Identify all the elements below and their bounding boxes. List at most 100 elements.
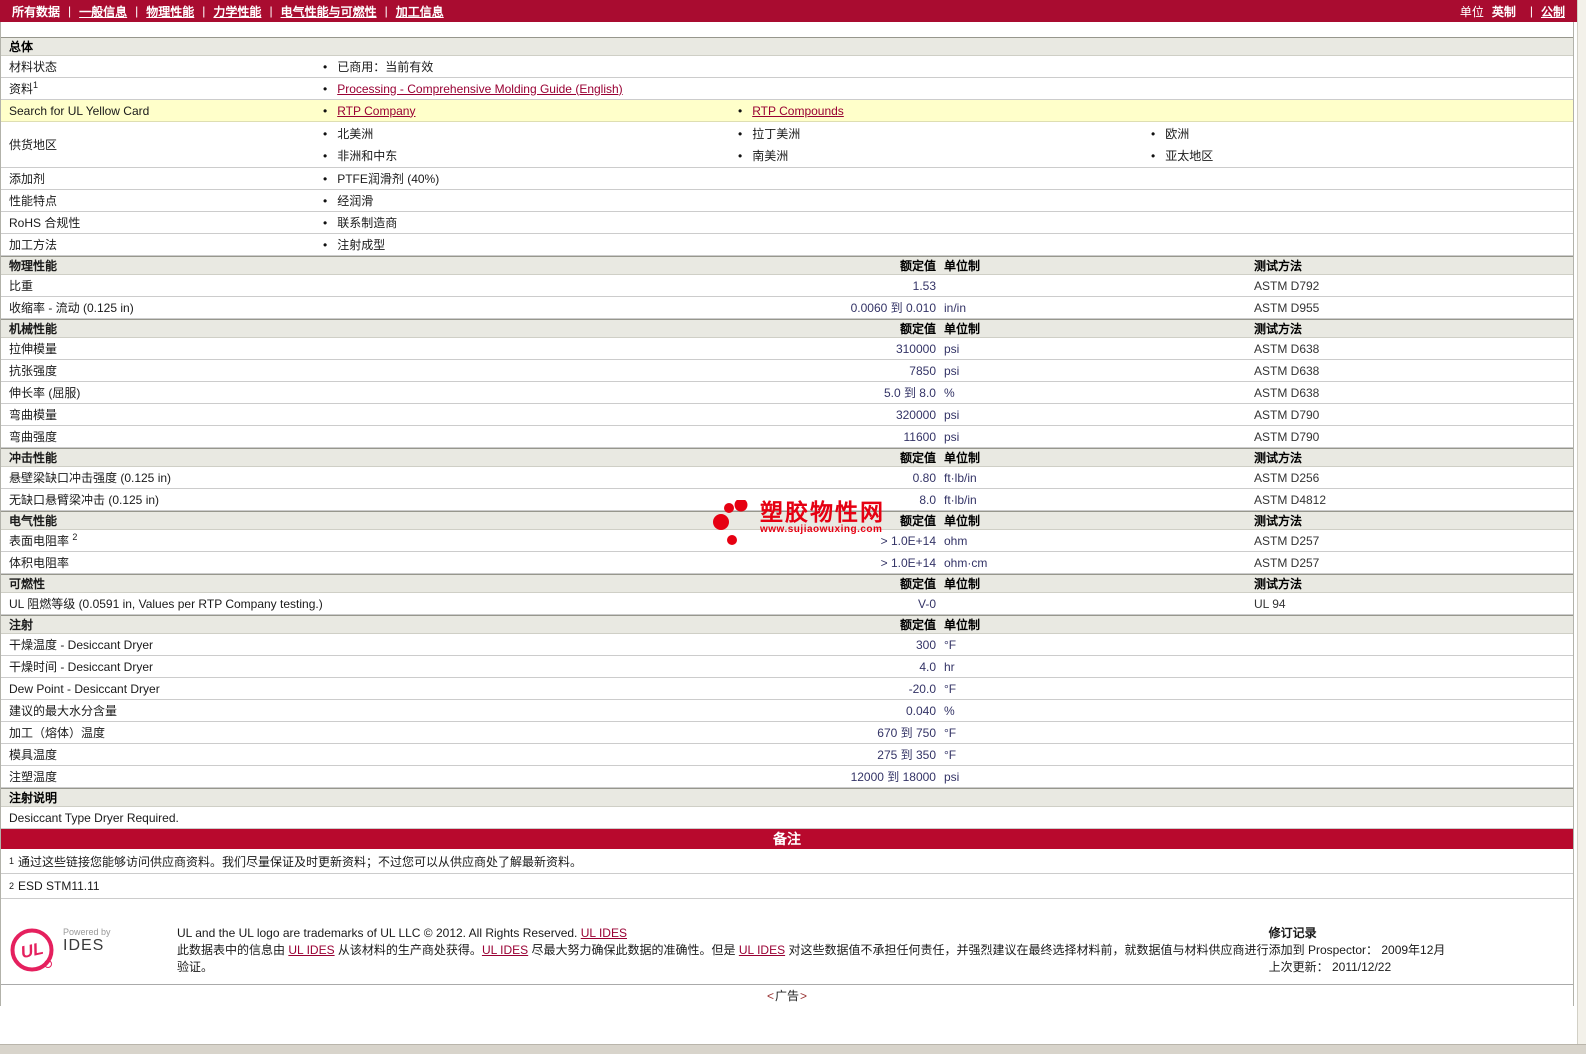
availability-item: 南美洲 [738, 147, 1151, 164]
col-header-value: 额定值 [899, 322, 936, 336]
property-method: ASTM D790 [1254, 429, 1320, 444]
footer-disclaimer-text: 此数据表中的信息由 [177, 943, 289, 957]
ul-ides-link[interactable]: UL IDES [288, 943, 334, 957]
property-method: ASTM D638 [1254, 341, 1320, 356]
property-unit: °F [944, 747, 957, 762]
property-value: 0.0060 到 0.010 [850, 301, 936, 315]
row-label: 资料1 [1, 80, 323, 97]
spacer-row [1, 22, 1573, 37]
yellow-card-company-link[interactable]: RTP Company [337, 104, 415, 118]
property-method: ASTM D955 [1254, 300, 1320, 315]
notes-banner: 备注 [1, 829, 1573, 849]
property-row: 抗张强度 7850 psi ASTM D638 [1, 360, 1573, 382]
property-label: 加工（熔体）温度 [9, 726, 106, 740]
row-value: 已商用：当前有效 [323, 58, 738, 75]
col-header-method: 测试方法 [1254, 451, 1303, 465]
ad-link[interactable]: <广告> [767, 987, 807, 1004]
property-unit: ohm [944, 533, 968, 548]
col-header-method: 测试方法 [1254, 514, 1303, 528]
property-row: 悬壁梁缺口冲击强度 (0.125 in) 0.80 ft·lb/in ASTM … [1, 467, 1573, 489]
property-unit: °F [944, 681, 957, 696]
property-value: 8.0 [919, 492, 936, 507]
footer-trademark-text: UL and the UL logo are trademarks of UL … [177, 926, 578, 940]
property-unit: in/in [944, 300, 967, 315]
row-label: 材料状态 [9, 60, 58, 74]
property-label-text: 表面电阻率 [9, 534, 70, 548]
ul-ides-link[interactable]: UL IDES [581, 926, 627, 940]
section-title: 物理性能 [9, 259, 58, 273]
property-row: 伸长率 (屈服) 5.0 到 8.0 % ASTM D638 [1, 382, 1573, 404]
property-unit: ft·lb/in [944, 470, 977, 485]
ul-ides-link[interactable]: UL IDES [482, 943, 528, 957]
footnote-marker: 2 [72, 532, 78, 542]
property-unit: °F [944, 725, 957, 740]
footer-disclaimer-text: 从该材料的生产商处获得。 [334, 943, 482, 957]
property-value: 670 到 750 [877, 726, 936, 740]
row-label: Search for UL Yellow Card [9, 103, 150, 118]
property-method: ASTM D638 [1254, 385, 1320, 400]
property-method: ASTM D257 [1254, 555, 1320, 570]
injection-note-text: Desiccant Type Dryer Required. [9, 810, 179, 825]
ul-ides-brand: UL Powered by IDES [9, 925, 177, 976]
revision-added-label: 添加到 Prospector： [1268, 943, 1378, 957]
property-label: 模具温度 [9, 748, 58, 762]
nav-separator: | [68, 4, 72, 18]
property-row: UL 阻燃等级 (0.0591 in, Values per RTP Compa… [1, 593, 1573, 615]
footnote-row: 2 ESD STM11.11 [1, 874, 1573, 899]
property-label: 拉伸模量 [9, 342, 58, 356]
vertical-scrollbar[interactable] [1577, 0, 1586, 1044]
property-value: -20.0 [908, 681, 936, 696]
col-header-value: 额定值 [899, 514, 936, 528]
row-value: PTFE润滑剂 (40%) [323, 170, 738, 187]
row-label-text: 资料 [9, 82, 34, 96]
nav-link-mechanical[interactable]: 力学性能 [213, 3, 261, 20]
ul-ides-link[interactable]: UL IDES [739, 943, 785, 957]
col-header-unit: 单位制 [944, 259, 981, 273]
unit-metric-link[interactable]: 公制 [1541, 3, 1565, 20]
section-title: 机械性能 [9, 322, 58, 336]
property-value: 1.53 [912, 278, 936, 293]
nav-link-electrical-flammability[interactable]: 电气性能与可燃性 [281, 3, 377, 20]
nav-separator: | [269, 4, 273, 18]
col-header-value: 额定值 [899, 451, 936, 465]
row-value: 注射成型 [323, 236, 738, 253]
row-ul-yellow-card: Search for UL Yellow Card RTP Company RT… [1, 100, 1573, 122]
property-row: 建议的最大水分含量 0.040 % [1, 700, 1573, 722]
resource-link-wrap: Processing - Comprehensive Molding Guide… [323, 82, 738, 96]
col-header-method: 测试方法 [1254, 577, 1303, 591]
footnote-text: ESD STM11.11 [18, 879, 100, 893]
footnote-marker: 1 [33, 80, 39, 90]
property-method: ASTM D256 [1254, 470, 1320, 485]
revision-updated-value: 2011/12/22 [1331, 960, 1392, 974]
property-method: ASTM D257 [1254, 533, 1320, 548]
availability-item: 非洲和中东 [323, 147, 738, 164]
property-value: 0.040 [905, 703, 936, 718]
nav-link-processing[interactable]: 加工信息 [396, 3, 444, 20]
property-unit: % [944, 703, 955, 718]
property-row: 干燥时间 - Desiccant Dryer 4.0 hr [1, 656, 1573, 678]
property-label: 抗张强度 [9, 364, 58, 378]
resource-link[interactable]: Processing - Comprehensive Molding Guide… [337, 82, 622, 96]
row-processing-method: 加工方法 注射成型 [1, 234, 1573, 256]
property-value: 4.0 [919, 659, 936, 674]
nav-link-general-info[interactable]: 一般信息 [79, 3, 127, 20]
property-label: 干燥温度 - Desiccant Dryer [9, 638, 154, 652]
property-value: 275 到 350 [877, 748, 936, 762]
row-value: 联系制造商 [323, 214, 738, 231]
property-label: 收缩率 - 流动 (0.125 in) [9, 301, 134, 315]
section-header-injection: 注射 额定值 单位制 [1, 615, 1573, 634]
row-resources: 资料1 Processing - Comprehensive Molding G… [1, 78, 1573, 100]
revision-header: 修订记录 [1268, 926, 1317, 940]
property-row: 干燥温度 - Desiccant Dryer 300 °F [1, 634, 1573, 656]
property-value: 5.0 到 8.0 [883, 386, 936, 400]
col-header-value: 额定值 [899, 618, 936, 632]
nav-item-all-data[interactable]: 所有数据 [12, 3, 60, 20]
section-header-physical: 物理性能 额定值 单位制 测试方法 [1, 256, 1573, 275]
units-label: 单位 [1459, 4, 1484, 19]
property-value: 310000 [895, 341, 936, 356]
nav-link-physical[interactable]: 物理性能 [146, 3, 194, 20]
row-label: RoHS 合规性 [9, 216, 81, 230]
section-header-mechanical: 机械性能 额定值 单位制 测试方法 [1, 319, 1573, 338]
yellow-card-compounds-link[interactable]: RTP Compounds [752, 104, 844, 118]
availability-item: 欧洲 [1151, 125, 1573, 142]
